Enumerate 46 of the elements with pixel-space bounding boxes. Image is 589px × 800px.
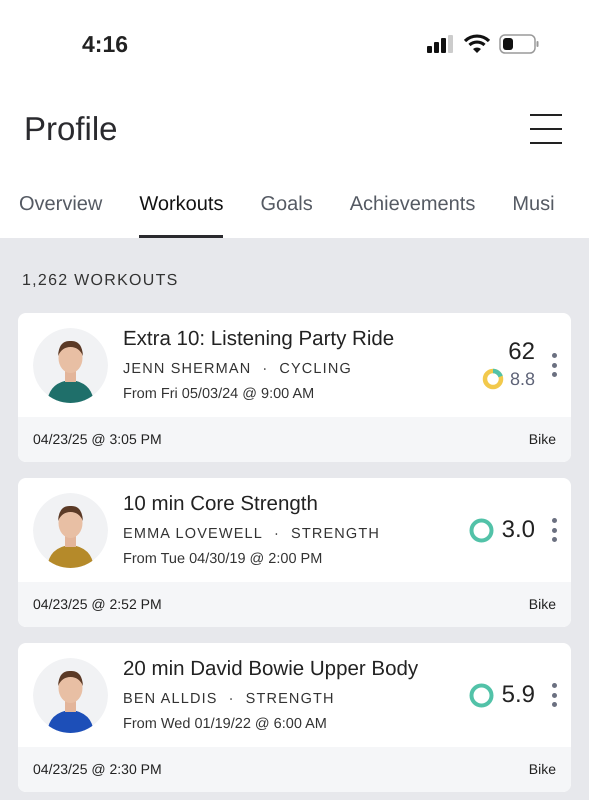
battery-icon — [499, 34, 539, 54]
status-time: 4:16 — [82, 30, 128, 59]
separator-dot: · — [262, 360, 268, 379]
workout-title: 20 min David Bowie Upper Body — [123, 656, 420, 682]
instructor-name: JENN SHERMAN — [123, 360, 252, 379]
menu-icon[interactable] — [530, 114, 562, 144]
page-title: Profile — [24, 109, 118, 150]
workout-title: 10 min Core Strength — [123, 490, 319, 517]
output-value: 62 — [508, 338, 535, 366]
workout-title: Extra 10: Listening Party Ride — [123, 326, 396, 352]
workout-date: 04/23/25 @ 2:30 PM — [33, 760, 162, 779]
original-air-date: From Tue 04/30/19 @ 2:00 PM — [123, 550, 324, 570]
platform-label: Bike — [528, 430, 556, 449]
tab[interactable]: Musi — [512, 170, 555, 238]
original-air-date: From Wed 01/19/22 @ 6:00 AM — [123, 715, 328, 734]
discipline-label: CYCLING — [279, 360, 352, 379]
workout-date: 04/23/25 @ 3:05 PM — [33, 430, 162, 449]
signal-icon — [427, 35, 455, 53]
wifi-icon — [464, 34, 490, 54]
tab[interactable]: Workouts — [139, 170, 224, 238]
ring-icon — [482, 368, 504, 390]
strain-value: 3.0 — [502, 515, 535, 545]
discipline-label: STRENGTH — [246, 690, 335, 709]
workout-card[interactable]: 20 min David Bowie Upper Body BEN ALLDIS · STRENGTH From Wed 01/19/22 @ 6:00 AM 5.9 04/23/25 @ 2:30 PM Bike — [18, 643, 571, 792]
instructor-name: BEN ALLDIS — [123, 690, 218, 709]
workout-date: 04/23/25 @ 2:52 PM — [33, 595, 162, 614]
platform-label: Bike — [528, 760, 556, 779]
instructor-name: EMMA LOVEWELL — [123, 524, 263, 544]
workout-card[interactable]: 10 min Core Strength EMMA LOVEWELL · STRENGTH From Tue 04/30/19 @ 2:00 PM 3.0 04/23/25 @ 2:52 PM Bike — [18, 478, 571, 627]
tab[interactable]: Overview — [19, 170, 102, 238]
discipline-label: STRENGTH — [290, 524, 380, 544]
platform-label: Bike — [528, 595, 556, 614]
separator-dot: · — [274, 524, 280, 544]
ring-icon — [468, 682, 494, 708]
more-icon[interactable] — [551, 518, 557, 542]
tab[interactable]: Goals — [260, 170, 313, 238]
separator-dot: · — [228, 690, 235, 709]
ring-icon — [468, 518, 494, 542]
section-title: 1,262 WORKOUTS — [21, 271, 180, 291]
strain-value: 5.9 — [502, 680, 535, 710]
original-air-date: From Fri 05/03/24 @ 9:00 AM — [123, 385, 316, 404]
more-icon[interactable] — [551, 353, 557, 377]
workout-card[interactable]: Extra 10: Listening Party Ride JENN SHERMAN · CYCLING From Fri 05/03/24 @ 9:00 AM 62 8.8 04/23/25 @ 3:05 PM Bike — [18, 313, 571, 462]
tab[interactable]: Achievements — [350, 170, 476, 238]
more-icon[interactable] — [551, 683, 557, 707]
strain-value: 8.8 — [510, 368, 535, 390]
